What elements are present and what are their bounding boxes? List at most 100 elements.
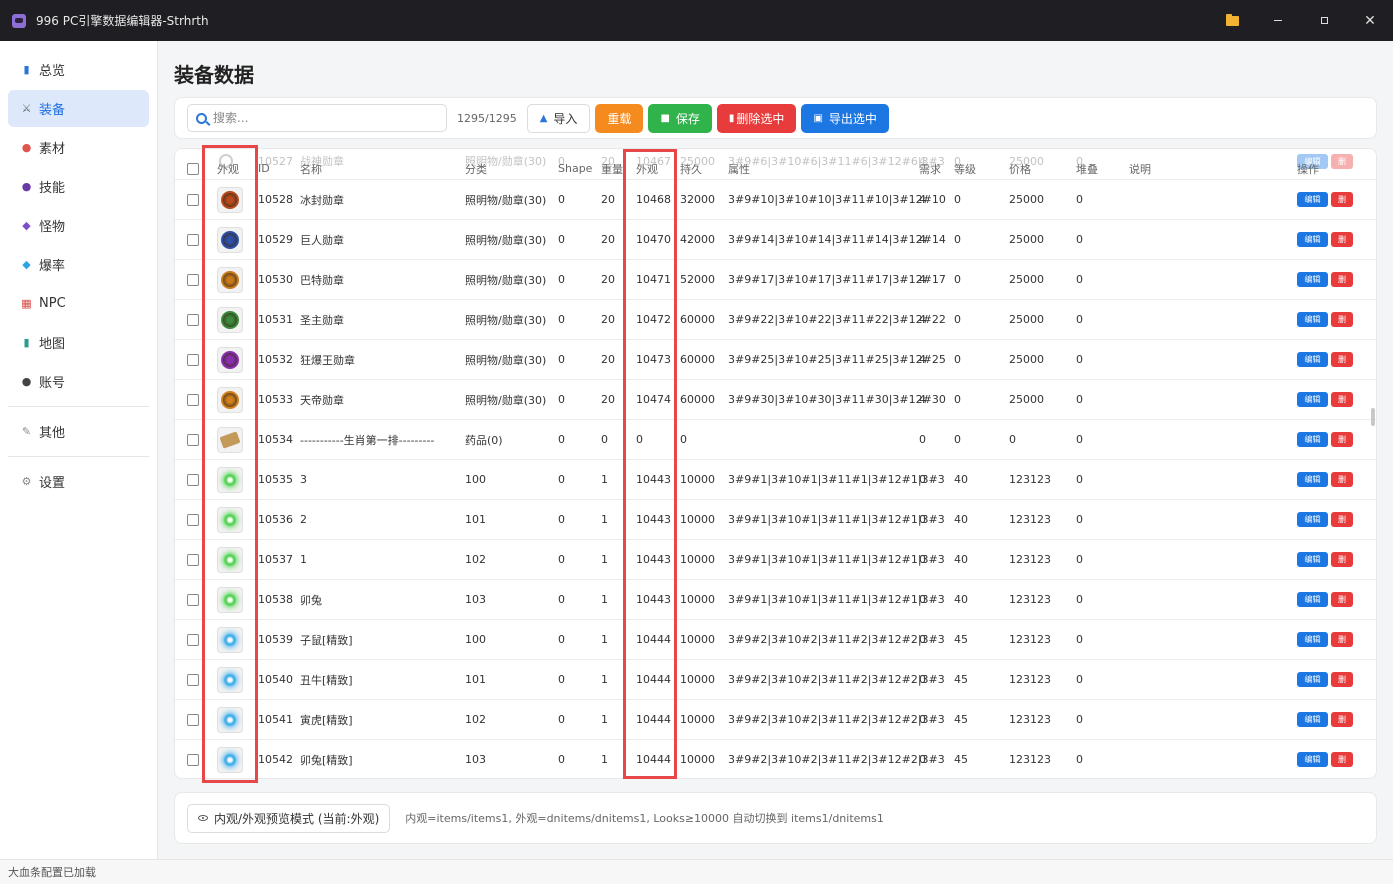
delete-button[interactable]: 删 <box>1331 512 1353 527</box>
appearance-thumbnail <box>217 186 243 213</box>
table-row[interactable]: 10538 卯兔 103 0 1 10443 10000 3#9#1|3#10#1|3#11#… <box>175 580 1376 620</box>
delete-button[interactable]: 删 <box>1331 312 1353 327</box>
maximize-button[interactable] <box>1301 0 1347 41</box>
edit-button[interactable]: 编辑 <box>1297 312 1328 327</box>
orb-icon <box>223 672 237 687</box>
table-scrollbar[interactable] <box>1371 408 1375 426</box>
row-checkbox[interactable] <box>187 473 199 486</box>
cell-stack: 0 <box>1076 673 1083 686</box>
table-row[interactable]: 10540 丑牛[精致] 101 0 1 10444 10000 3#9#2|3#10#2|3… <box>175 660 1376 700</box>
table-row[interactable]: 10529 巨人勋章 照明物/勋章(30) 0 20 10470 42000 3#9#14|3… <box>175 220 1376 260</box>
minimize-button[interactable] <box>1255 0 1301 41</box>
table-row[interactable]: 10535 3 100 0 1 10443 10000 3#9#1|3#10#1|3#11#1… <box>175 460 1376 500</box>
row-checkbox[interactable] <box>187 233 199 246</box>
reload-button[interactable]: 重载 <box>595 103 644 133</box>
delete-button[interactable]: 删 <box>1331 232 1353 247</box>
sidebar-item-settings[interactable]: ⚙ 设置 <box>8 463 149 500</box>
import-button[interactable]: ▲ 导入 <box>526 103 591 133</box>
edit-button[interactable]: 编辑 <box>1297 752 1328 767</box>
close-button[interactable]: ✕ <box>1347 0 1393 41</box>
delete-button[interactable]: 删 <box>1331 632 1353 647</box>
cell-stack: 0 <box>1076 713 1083 726</box>
delete-button[interactable]: 删 <box>1331 592 1353 607</box>
table-row[interactable]: 10539 子鼠[精致] 100 0 1 10444 10000 3#9#2|3#10#2|3… <box>175 620 1376 660</box>
row-checkbox[interactable] <box>187 353 199 366</box>
table-row[interactable]: 10532 狂爆王勋章 照明物/勋章(30) 0 20 10473 60000 3#9#25|… <box>175 340 1376 380</box>
table-row[interactable]: 10537 1 102 0 1 10443 10000 3#9#1|3#10#1|3#11#1… <box>175 540 1376 580</box>
preview-mode-hint: 内观=items/items1, 外观=dnitems/dnitems1, Lo… <box>405 812 884 825</box>
cell-name: 巨人勋章 <box>300 233 344 247</box>
delete-selected-button[interactable]: ▮ 删除选中 <box>716 103 797 133</box>
row-actions: 编辑删 <box>1297 420 1353 459</box>
sidebar-item-monsters[interactable]: ◆ 怪物 <box>8 207 149 244</box>
edit-button[interactable]: 编辑 <box>1297 352 1328 367</box>
delete-button[interactable]: 删 <box>1331 153 1353 169</box>
delete-button[interactable]: 删 <box>1331 472 1353 487</box>
search-box[interactable] <box>187 104 447 132</box>
delete-button[interactable]: 删 <box>1331 712 1353 727</box>
table-row[interactable]: 10528 冰封勋章 照明物/勋章(30) 0 20 10468 32000 3#9#10|3… <box>175 180 1376 220</box>
appearance-cell <box>217 380 243 419</box>
edit-button[interactable]: 编辑 <box>1297 632 1328 647</box>
delete-button[interactable]: 删 <box>1331 552 1353 567</box>
delete-button[interactable]: 删 <box>1331 672 1353 687</box>
row-checkbox[interactable] <box>187 273 199 286</box>
row-checkbox[interactable] <box>187 593 199 606</box>
sidebar-item-others[interactable]: ✎ 其他 <box>8 413 149 450</box>
delete-button[interactable]: 删 <box>1331 352 1353 367</box>
row-checkbox[interactable] <box>187 433 199 446</box>
save-button[interactable]: ■ 保存 <box>648 103 712 133</box>
sidebar-item-npc[interactable]: ▦ NPC <box>8 285 149 322</box>
row-actions: 编辑删 <box>1297 620 1353 659</box>
edit-button[interactable]: 编辑 <box>1297 232 1328 247</box>
edit-button[interactable]: 编辑 <box>1297 592 1328 607</box>
row-checkbox[interactable] <box>187 393 199 406</box>
sidebar-item-equipment[interactable]: ⚔ 装备 <box>8 90 149 127</box>
edit-button[interactable]: 编辑 <box>1297 472 1328 487</box>
row-checkbox[interactable] <box>187 753 199 766</box>
sidebar-item-skills[interactable]: ● 技能 <box>8 168 149 205</box>
table-row[interactable]: 10533 天帝勋章 照明物/勋章(30) 0 20 10474 60000 3#9#30|3… <box>175 380 1376 420</box>
table-row[interactable]: 10536 2 101 0 1 10443 10000 3#9#1|3#10#1|3#11#1… <box>175 500 1376 540</box>
edit-button[interactable]: 编辑 <box>1297 192 1328 207</box>
row-checkbox[interactable] <box>187 193 199 206</box>
table-row[interactable]: 10542 卯兔[精致] 103 0 1 10444 10000 3#9#2|3#10#2|3… <box>175 740 1376 778</box>
row-checkbox[interactable] <box>187 553 199 566</box>
delete-button[interactable]: 删 <box>1331 392 1353 407</box>
table-row[interactable]: 10531 圣主勋章 照明物/勋章(30) 0 20 10472 60000 3#9#22|3… <box>175 300 1376 340</box>
row-checkbox[interactable] <box>187 513 199 526</box>
row-checkbox[interactable] <box>187 313 199 326</box>
select-all-checkbox[interactable] <box>187 162 199 175</box>
cell-name: -----------生肖第一排--------- <box>300 433 435 447</box>
delete-button[interactable]: 删 <box>1331 272 1353 287</box>
row-checkbox[interactable] <box>187 633 199 646</box>
cell-price: 123123 <box>1009 473 1051 486</box>
sidebar-item-drop-rate[interactable]: ◆ 爆率 <box>8 246 149 283</box>
delete-button[interactable]: 删 <box>1331 752 1353 767</box>
cell-category: 照明物/勋章(30) <box>465 393 547 407</box>
sidebar-item-map[interactable]: ▮ 地图 <box>8 324 149 361</box>
preview-mode-toggle[interactable]: 内观/外观预览模式 (当前:外观) <box>187 803 391 833</box>
row-checkbox[interactable] <box>187 713 199 726</box>
edit-button[interactable]: 编辑 <box>1297 392 1328 407</box>
sidebar-item-account[interactable]: ● 账号 <box>8 363 149 400</box>
table-row[interactable]: 10541 寅虎[精致] 102 0 1 10444 10000 3#9#2|3#10#2|3… <box>175 700 1376 740</box>
edit-button[interactable]: 编辑 <box>1297 672 1328 687</box>
open-folder-button[interactable] <box>1209 0 1255 41</box>
edit-button[interactable]: 编辑 <box>1297 512 1328 527</box>
edit-button[interactable]: 编辑 <box>1297 552 1328 567</box>
delete-button[interactable]: 删 <box>1331 432 1353 447</box>
edit-button[interactable]: 编辑 <box>1297 712 1328 727</box>
row-select-cell <box>187 620 199 659</box>
sidebar-item-materials[interactable]: ● 素材 <box>8 129 149 166</box>
edit-button[interactable]: 编辑 <box>1297 432 1328 447</box>
export-selected-button[interactable]: ▣ 导出选中 <box>801 103 889 133</box>
book-icon <box>219 430 241 449</box>
table-row[interactable]: 10534 -----------生肖第一排--------- 药品(0) 0 0 0 0 0… <box>175 420 1376 460</box>
edit-button[interactable]: 编辑 <box>1297 272 1328 287</box>
row-checkbox[interactable] <box>187 673 199 686</box>
sidebar-item-overview[interactable]: ▮ 总览 <box>8 51 149 88</box>
table-row[interactable]: 10530 巴特勋章 照明物/勋章(30) 0 20 10471 52000 3#9#17|3… <box>175 260 1376 300</box>
search-input[interactable] <box>213 111 433 125</box>
delete-button[interactable]: 删 <box>1331 192 1353 207</box>
